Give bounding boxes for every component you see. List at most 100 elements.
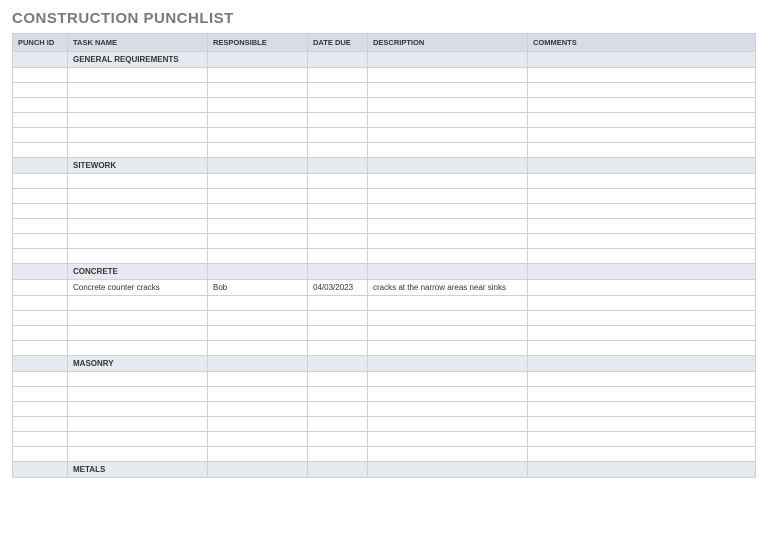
cell-date-due[interactable] bbox=[308, 447, 368, 462]
cell-responsible[interactable] bbox=[208, 234, 308, 249]
cell-comments[interactable] bbox=[528, 372, 756, 387]
cell-task-name[interactable] bbox=[68, 83, 208, 98]
cell-responsible[interactable] bbox=[208, 204, 308, 219]
cell-comments[interactable] bbox=[528, 113, 756, 128]
cell-date-due[interactable] bbox=[308, 417, 368, 432]
cell-date-due[interactable] bbox=[308, 219, 368, 234]
cell-date-due[interactable] bbox=[308, 189, 368, 204]
cell-task-name[interactable] bbox=[68, 113, 208, 128]
cell-description[interactable] bbox=[368, 296, 528, 311]
cell-responsible[interactable] bbox=[208, 372, 308, 387]
cell-task-name[interactable] bbox=[68, 326, 208, 341]
cell-responsible[interactable] bbox=[208, 249, 308, 264]
cell-description[interactable] bbox=[368, 128, 528, 143]
cell-description[interactable] bbox=[368, 83, 528, 98]
cell-comments[interactable] bbox=[528, 447, 756, 462]
cell-description[interactable] bbox=[368, 326, 528, 341]
cell-description[interactable]: cracks at the narrow areas near sinks bbox=[368, 280, 528, 296]
cell-description[interactable] bbox=[368, 341, 528, 356]
cell-date-due[interactable] bbox=[308, 174, 368, 189]
cell-description[interactable] bbox=[368, 249, 528, 264]
cell-comments[interactable] bbox=[528, 341, 756, 356]
cell-date-due[interactable] bbox=[308, 68, 368, 83]
cell-task-name[interactable] bbox=[68, 447, 208, 462]
cell-punch-id[interactable] bbox=[13, 402, 68, 417]
cell-punch-id[interactable] bbox=[13, 341, 68, 356]
cell-responsible[interactable] bbox=[208, 326, 308, 341]
cell-comments[interactable] bbox=[528, 98, 756, 113]
cell-comments[interactable] bbox=[528, 143, 756, 158]
cell-punch-id[interactable] bbox=[13, 143, 68, 158]
cell-task-name[interactable] bbox=[68, 68, 208, 83]
cell-date-due[interactable] bbox=[308, 98, 368, 113]
cell-date-due[interactable]: 04/03/2023 bbox=[308, 280, 368, 296]
cell-punch-id[interactable] bbox=[13, 174, 68, 189]
cell-responsible[interactable] bbox=[208, 402, 308, 417]
cell-task-name[interactable] bbox=[68, 341, 208, 356]
cell-task-name[interactable] bbox=[68, 402, 208, 417]
cell-responsible[interactable] bbox=[208, 341, 308, 356]
cell-description[interactable] bbox=[368, 417, 528, 432]
cell-date-due[interactable] bbox=[308, 372, 368, 387]
cell-responsible[interactable] bbox=[208, 113, 308, 128]
cell-task-name[interactable] bbox=[68, 143, 208, 158]
cell-punch-id[interactable] bbox=[13, 417, 68, 432]
cell-comments[interactable] bbox=[528, 219, 756, 234]
cell-task-name[interactable] bbox=[68, 128, 208, 143]
cell-date-due[interactable] bbox=[308, 143, 368, 158]
cell-task-name[interactable] bbox=[68, 189, 208, 204]
cell-task-name[interactable] bbox=[68, 387, 208, 402]
cell-date-due[interactable] bbox=[308, 311, 368, 326]
cell-comments[interactable] bbox=[528, 68, 756, 83]
cell-comments[interactable] bbox=[528, 128, 756, 143]
cell-responsible[interactable] bbox=[208, 143, 308, 158]
cell-task-name[interactable]: Concrete counter cracks bbox=[68, 280, 208, 296]
cell-date-due[interactable] bbox=[308, 402, 368, 417]
cell-date-due[interactable] bbox=[308, 341, 368, 356]
cell-task-name[interactable] bbox=[68, 432, 208, 447]
cell-responsible[interactable] bbox=[208, 98, 308, 113]
cell-responsible[interactable]: Bob bbox=[208, 280, 308, 296]
cell-punch-id[interactable] bbox=[13, 113, 68, 128]
cell-description[interactable] bbox=[368, 189, 528, 204]
cell-task-name[interactable] bbox=[68, 219, 208, 234]
cell-description[interactable] bbox=[368, 372, 528, 387]
cell-punch-id[interactable] bbox=[13, 128, 68, 143]
cell-comments[interactable] bbox=[528, 387, 756, 402]
cell-comments[interactable] bbox=[528, 174, 756, 189]
cell-comments[interactable] bbox=[528, 417, 756, 432]
cell-description[interactable] bbox=[368, 234, 528, 249]
cell-description[interactable] bbox=[368, 174, 528, 189]
cell-task-name[interactable] bbox=[68, 296, 208, 311]
cell-punch-id[interactable] bbox=[13, 249, 68, 264]
cell-responsible[interactable] bbox=[208, 447, 308, 462]
cell-comments[interactable] bbox=[528, 432, 756, 447]
cell-description[interactable] bbox=[368, 432, 528, 447]
cell-responsible[interactable] bbox=[208, 219, 308, 234]
cell-comments[interactable] bbox=[528, 234, 756, 249]
cell-date-due[interactable] bbox=[308, 128, 368, 143]
cell-task-name[interactable] bbox=[68, 249, 208, 264]
cell-punch-id[interactable] bbox=[13, 83, 68, 98]
cell-description[interactable] bbox=[368, 68, 528, 83]
cell-responsible[interactable] bbox=[208, 128, 308, 143]
cell-task-name[interactable] bbox=[68, 174, 208, 189]
cell-punch-id[interactable] bbox=[13, 296, 68, 311]
cell-responsible[interactable] bbox=[208, 311, 308, 326]
cell-punch-id[interactable] bbox=[13, 234, 68, 249]
cell-description[interactable] bbox=[368, 98, 528, 113]
cell-punch-id[interactable] bbox=[13, 372, 68, 387]
cell-punch-id[interactable] bbox=[13, 189, 68, 204]
cell-responsible[interactable] bbox=[208, 387, 308, 402]
cell-date-due[interactable] bbox=[308, 249, 368, 264]
cell-task-name[interactable] bbox=[68, 204, 208, 219]
cell-comments[interactable] bbox=[528, 189, 756, 204]
cell-date-due[interactable] bbox=[308, 296, 368, 311]
cell-punch-id[interactable] bbox=[13, 219, 68, 234]
cell-punch-id[interactable] bbox=[13, 432, 68, 447]
cell-date-due[interactable] bbox=[308, 326, 368, 341]
cell-responsible[interactable] bbox=[208, 189, 308, 204]
cell-description[interactable] bbox=[368, 402, 528, 417]
cell-description[interactable] bbox=[368, 113, 528, 128]
cell-date-due[interactable] bbox=[308, 83, 368, 98]
